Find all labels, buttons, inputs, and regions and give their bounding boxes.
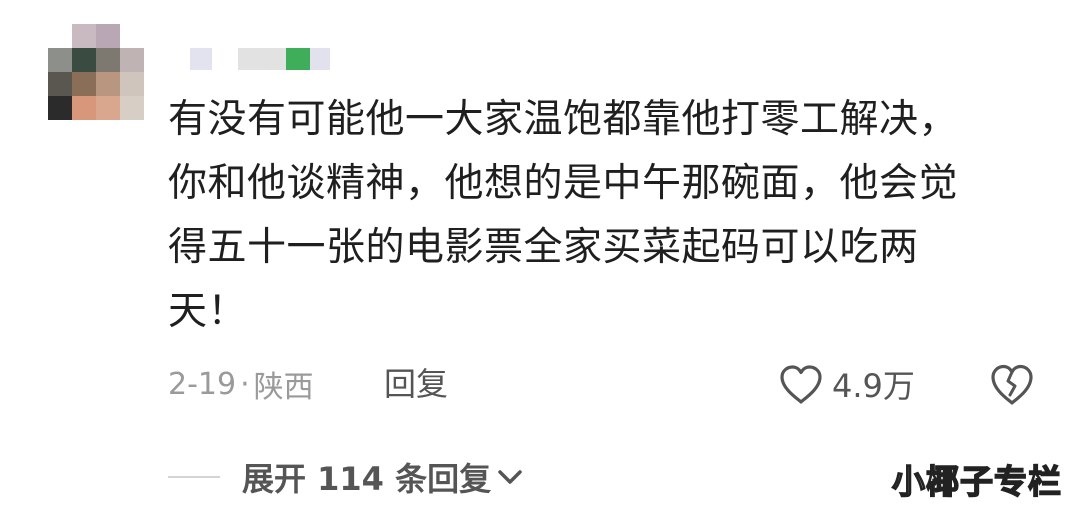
expand-replies-button[interactable]: 展开 114 条回复 <box>242 454 525 500</box>
comment-line: 得五十一张的电影票全家买菜起码可以吃两 <box>168 225 919 270</box>
comment-line: 天！ <box>168 289 248 334</box>
like-button[interactable]: 4.9万 <box>778 360 915 408</box>
heart-outline-icon <box>778 363 824 405</box>
comment-text: 有没有可能他一大家温饱都靠他打零工解决， 你和他谈精神，他想的是中午那碗面，他会… <box>168 88 1048 344</box>
comment-line: 有没有可能他一大家温饱都靠他打零工解决， <box>168 97 959 142</box>
avatar[interactable] <box>48 24 144 120</box>
expand-replies-row: 展开 114 条回复 <box>168 454 525 500</box>
broken-heart-icon <box>988 360 1036 408</box>
comment-line: 你和他谈精神，他想的是中午那碗面，他会觉 <box>168 161 959 206</box>
watermark: 小椰子专栏 <box>891 461 1062 502</box>
meta-separator: · <box>240 366 250 402</box>
like-count: 4.9万 <box>832 367 915 405</box>
comment-meta: 2-19 · 陕西 <box>168 362 314 406</box>
reply-button[interactable]: 回复 <box>384 362 448 406</box>
dislike-button[interactable] <box>988 360 1036 408</box>
comment-date: 2-19 <box>168 366 237 402</box>
username-obscured[interactable] <box>190 48 330 70</box>
expand-replies-label: 展开 114 条回复 <box>242 460 492 498</box>
chevron-down-icon <box>495 462 525 492</box>
comment-location: 陕西 <box>253 370 314 405</box>
divider <box>168 476 220 478</box>
